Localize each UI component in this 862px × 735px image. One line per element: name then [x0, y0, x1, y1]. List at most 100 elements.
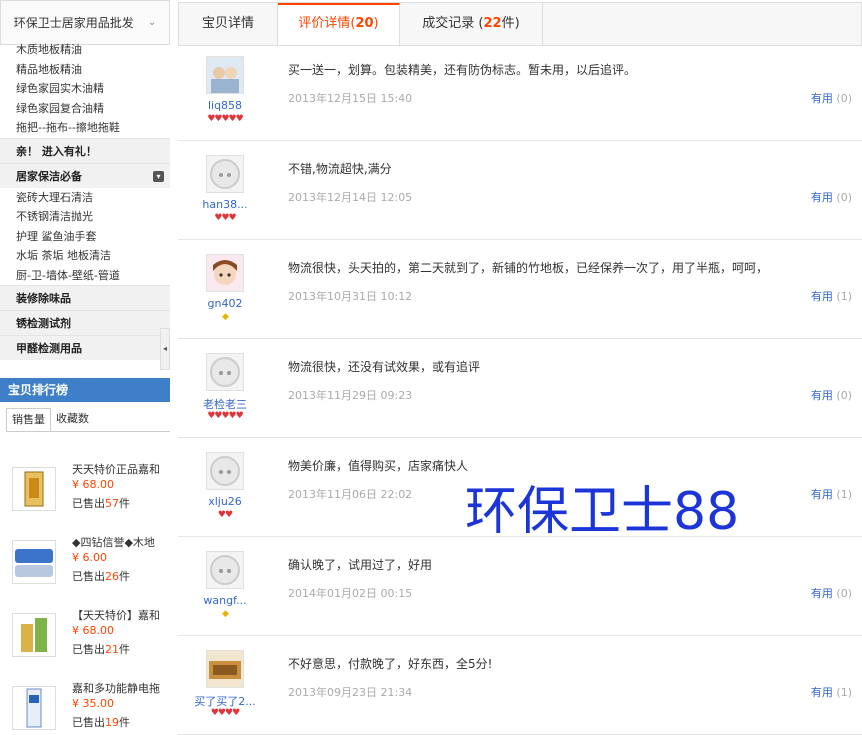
ranked-product[interactable]: 天天特价正品嘉和 ¥ 68.00 已售出57件 [0, 461, 170, 527]
product-name[interactable]: ◆四钻信誉◆木地 [72, 534, 168, 550]
tab-deal-records[interactable]: 成交记录 (22件) [400, 3, 543, 45]
shop-name: 环保卫士居家用品批发 [13, 16, 134, 30]
product-thumbnail[interactable] [12, 686, 56, 730]
watermark-text: 环保卫士88 [465, 482, 740, 542]
product-price: ¥ 68.00 [72, 478, 114, 491]
review-date: 2013年09月23日 21:34 [288, 686, 413, 699]
category-heading-formaldehyde[interactable]: 甲醛检测用品 [0, 335, 170, 360]
product-thumbnail[interactable] [12, 540, 56, 584]
product-sold: 已售出21件 [72, 643, 130, 656]
collapse-toggle-icon[interactable]: ▾ [153, 170, 164, 182]
detail-tabbar: 宝贝详情 评价详情(20) 成交记录 (22件) [178, 2, 862, 46]
category-heading-label: 居家保洁必备 [16, 169, 82, 183]
review-text: 物流很快，头天拍的，第二天就到了，新铺的竹地板，已经保养一次了，用了半瓶，呵呵， [288, 261, 769, 275]
product-name[interactable]: 嘉和多功能静电拖 [72, 680, 168, 696]
category-link[interactable]: 木质地板精油 [0, 40, 170, 60]
default-face-icon [210, 456, 240, 486]
avatar[interactable] [206, 56, 244, 94]
review-text: 物美价廉，值得购买，店家痛快人 [288, 459, 469, 473]
credit-diamond-icon: ◆ [222, 312, 229, 322]
avatar[interactable] [206, 254, 244, 292]
review-row: 买了买了2... ♥♥♥♥ 不好意思，付款晚了，好东西，全5分! 2013年09… [178, 636, 862, 735]
chevron-down-icon: ⌄ [147, 17, 157, 28]
main-content: 宝贝详情 评价详情(20) 成交记录 (22件) liq858 ♥♥♥♥♥ 买一… [178, 0, 862, 735]
product-sold: 已售出26件 [72, 570, 130, 583]
category-heading-rust[interactable]: 锈检测试剂 [0, 310, 170, 335]
category-link[interactable]: 精品地板精油 [0, 60, 170, 80]
sidebar-collapse-arrow-icon[interactable]: ◂ [160, 328, 170, 370]
useful-button[interactable]: 有用 (0) [811, 387, 852, 403]
default-face-icon [210, 357, 240, 387]
avatar[interactable] [206, 551, 244, 589]
review-row: gn402 ◆ 物流很快，头天拍的，第二天就到了，新铺的竹地板，已经保养一次了，… [178, 240, 862, 339]
sidebar: 环保卫士居家用品批发 ⌄ 木质地板精油 精品地板精油 绿色家园实木油精 绿色家园… [0, 0, 170, 735]
product-thumbnail[interactable] [12, 613, 56, 657]
review-date: 2013年12月14日 12:05 [288, 191, 413, 204]
reviewer-name[interactable]: xlju26 [186, 495, 264, 508]
reviewer-name[interactable]: han38... [186, 198, 264, 211]
category-link[interactable]: 护理 鲨鱼油手套 [0, 227, 170, 247]
category-link[interactable]: 瓷砖大理石清洁 [0, 188, 170, 208]
product-sold: 已售出19件 [72, 716, 130, 729]
avatar[interactable] [206, 650, 244, 688]
ranked-product[interactable]: 【天天特价】嘉和 ¥ 68.00 已售出21件 [0, 607, 170, 673]
review-row: han38... ♥♥♥ 不错,物流超快,满分 2013年12月14日 12:0… [178, 141, 862, 240]
ranking-title: 宝贝排行榜 [0, 378, 170, 402]
review-date: 2013年10月31日 10:12 [288, 290, 413, 303]
category-link[interactable]: 绿色家园复合油精 [0, 99, 170, 119]
tab-favorites[interactable]: 收藏数 [51, 408, 94, 432]
product-price: ¥ 68.00 [72, 624, 114, 637]
review-row: wangf... ◆ 确认晚了，试用过了，好用 2014年01月02日 00:1… [178, 537, 862, 636]
product-sold: 已售出57件 [72, 497, 130, 510]
ranking-tabs: 销售量 收藏数 [6, 408, 94, 432]
reviewer-name[interactable]: gn402 [186, 297, 264, 310]
category-link[interactable]: 拖把--拖布--擦地拖鞋 [0, 118, 170, 138]
category-heading-cleaning[interactable]: 居家保洁必备 ▾ [0, 162, 170, 188]
category-link[interactable]: 厨-卫-墙体-壁纸-管道 [0, 266, 170, 286]
product-name[interactable]: 【天天特价】嘉和 [72, 607, 168, 623]
category-link[interactable]: 绿色家园实木油精 [0, 79, 170, 99]
review-text: 物流很快，还没有试效果，或有追评 [288, 360, 481, 374]
review-date: 2013年11月06日 22:02 [288, 488, 413, 501]
product-thumbnail[interactable] [12, 467, 56, 511]
product-name[interactable]: 天天特价正品嘉和 [72, 461, 168, 477]
credit-diamond-icon: ◆ [222, 609, 229, 619]
avatar[interactable] [206, 353, 244, 391]
useful-button[interactable]: 有用 (0) [811, 189, 852, 205]
category-heading-gift[interactable]: 亲！ 进入有礼！ [0, 137, 170, 163]
avatar[interactable] [206, 155, 244, 193]
ranked-product[interactable]: ◆四钻信誉◆木地 ¥ 6.00 已售出26件 [0, 534, 170, 600]
tab-sales[interactable]: 销售量 [6, 408, 51, 432]
avatar[interactable] [206, 452, 244, 490]
review-row: liq858 ♥♥♥♥♥ 买一送一，划算。包装精美，还有防伪标志。暂未用，以后追… [178, 42, 862, 141]
useful-button[interactable]: 有用 (1) [811, 288, 852, 304]
review-date: 2013年12月15日 15:40 [288, 92, 413, 105]
tab-reviews[interactable]: 评价详情(20) [278, 3, 400, 45]
review-text: 买一送一，划算。包装精美，还有防伪标志。暂未用，以后追评。 [288, 63, 637, 77]
credit-heart-icon: ♥♥♥♥♥ [207, 114, 243, 124]
reviewer-name[interactable]: 买了买了2... [186, 693, 264, 709]
review-text: 不好意思，付款晚了，好东西，全5分! [288, 657, 493, 671]
product-price: ¥ 6.00 [72, 551, 107, 564]
divider [6, 431, 170, 432]
category-link[interactable]: 不锈钢清洁抛光 [0, 207, 170, 227]
useful-button[interactable]: 有用 (1) [811, 684, 852, 700]
reviewer-name[interactable]: wangf... [186, 594, 264, 607]
review-row: 老检老三 ♥♥♥♥♥ 物流很快，还没有试效果，或有追评 2013年11月29日 … [178, 339, 862, 438]
tab-item-details[interactable]: 宝贝详情 [179, 3, 278, 45]
ranked-product[interactable]: 嘉和多功能静电拖 ¥ 35.00 已售出19件 [0, 680, 170, 735]
default-face-icon [210, 159, 240, 189]
useful-button[interactable]: 有用 (0) [811, 585, 852, 601]
shop-category-dropdown[interactable]: 环保卫士居家用品批发 ⌄ [0, 0, 170, 45]
category-link[interactable]: 水垢 茶垢 地板清洁 [0, 246, 170, 266]
review-text: 确认晚了，试用过了，好用 [288, 558, 433, 572]
credit-heart-icon: ♥♥ [217, 510, 233, 520]
reviewer-name[interactable]: 老检老三 [186, 396, 264, 412]
useful-button[interactable]: 有用 (0) [811, 90, 852, 106]
category-list: 木质地板精油 精品地板精油 绿色家园实木油精 绿色家园复合油精 拖把--拖布--… [0, 40, 170, 360]
reviewer-name[interactable]: liq858 [186, 99, 264, 112]
default-face-icon [210, 555, 240, 585]
category-heading-odor[interactable]: 装修除味品 [0, 285, 170, 310]
credit-heart-icon: ♥♥♥ [214, 213, 236, 223]
useful-button[interactable]: 有用 (1) [811, 486, 852, 502]
